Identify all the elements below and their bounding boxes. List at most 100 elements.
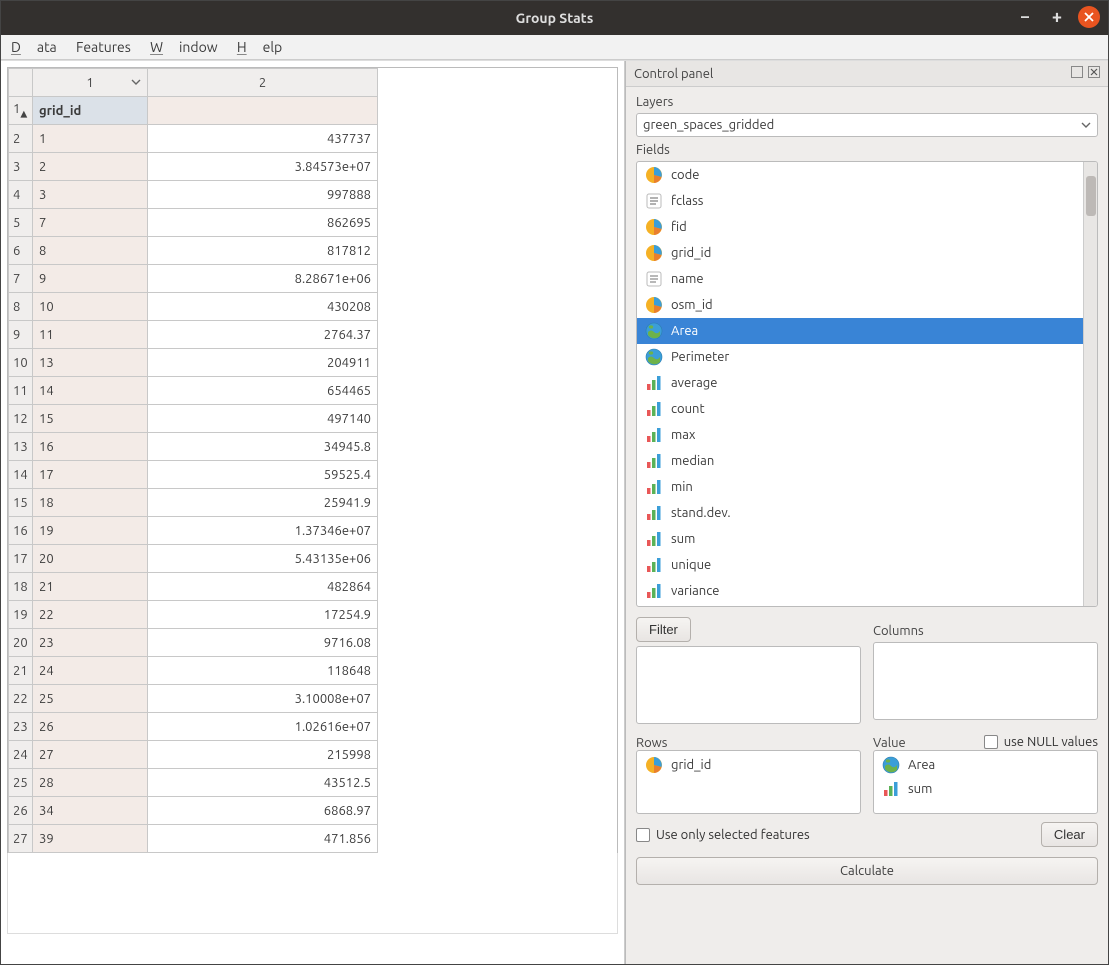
value-dropbox[interactable]: Areasum	[873, 750, 1098, 814]
table-row[interactable]: 7 9 8.28671e+06	[9, 265, 378, 293]
cell-value[interactable]: 59525.4	[148, 461, 378, 489]
field-item-median[interactable]: median	[637, 448, 1097, 474]
row-number[interactable]: 23	[9, 713, 33, 741]
cell-value[interactable]: 215998	[148, 741, 378, 769]
cell-value[interactable]: 25941.9	[148, 489, 378, 517]
results-table[interactable]: 1 2 1▲ grid_id 2 1 4377373 2 3.84573e+07…	[8, 68, 378, 853]
cell-value[interactable]: 482864	[148, 573, 378, 601]
cell-value[interactable]: 497140	[148, 405, 378, 433]
cell-value[interactable]: 1.02616e+07	[148, 713, 378, 741]
cell-grid-id[interactable]: 26	[33, 713, 148, 741]
row-number[interactable]: 9	[9, 321, 33, 349]
corner-header[interactable]	[9, 69, 33, 97]
filter-dropbox[interactable]	[636, 646, 861, 724]
panel-close-icon[interactable]	[1088, 66, 1100, 78]
table-row[interactable]: 12 15 497140	[9, 405, 378, 433]
only-selected-checkbox[interactable]: Use only selected features	[636, 828, 810, 842]
table-row[interactable]: 19 22 17254.9	[9, 601, 378, 629]
row-number[interactable]: 11	[9, 377, 33, 405]
field-item-code[interactable]: code	[637, 162, 1097, 188]
table-row[interactable]: 20 23 9716.08	[9, 629, 378, 657]
row-number[interactable]: 22	[9, 685, 33, 713]
fields-list[interactable]: codefclassfidgrid_idnameosm_idAreaPerime…	[636, 161, 1098, 607]
rows-item[interactable]: grid_id	[639, 753, 858, 777]
cell-grid-id[interactable]: 9	[33, 265, 148, 293]
row-number[interactable]: 13	[9, 433, 33, 461]
menu-features[interactable]: Features	[76, 39, 131, 55]
table-row[interactable]: 3 2 3.84573e+07	[9, 153, 378, 181]
field-item-fclass[interactable]: fclass	[637, 188, 1097, 214]
menu-data[interactable]: Data	[11, 39, 57, 55]
cell-value[interactable]: 9716.08	[148, 629, 378, 657]
cell-grid-id[interactable]: 22	[33, 601, 148, 629]
scrollbar[interactable]	[1083, 162, 1097, 606]
cell-grid-id[interactable]: 28	[33, 769, 148, 797]
use-null-checkbox[interactable]: use NULL values	[984, 735, 1098, 749]
row-number[interactable]: 10	[9, 349, 33, 377]
cell-value[interactable]: 43512.5	[148, 769, 378, 797]
table-row[interactable]: 11 14 654465	[9, 377, 378, 405]
cell-grid-id[interactable]: 19	[33, 517, 148, 545]
cell-value[interactable]: 5.43135e+06	[148, 545, 378, 573]
cell-grid-id[interactable]: 10	[33, 293, 148, 321]
cell-grid-id[interactable]: 17	[33, 461, 148, 489]
close-button[interactable]	[1078, 6, 1100, 28]
cell-value[interactable]: 118648	[148, 657, 378, 685]
row-number[interactable]: 21	[9, 657, 33, 685]
row-number[interactable]: 27	[9, 825, 33, 853]
col-header-2[interactable]: 2	[148, 69, 378, 97]
row-number[interactable]: 7	[9, 265, 33, 293]
cell-grid-id[interactable]: 8	[33, 237, 148, 265]
row-number[interactable]: 25	[9, 769, 33, 797]
cell-grid-id[interactable]: 20	[33, 545, 148, 573]
cell-grid-id[interactable]: 15	[33, 405, 148, 433]
field-item-average[interactable]: average	[637, 370, 1097, 396]
rows-dropbox[interactable]: grid_id	[636, 750, 861, 814]
cell-grid-id[interactable]: 39	[33, 825, 148, 853]
table-row[interactable]: 27 39 471.856	[9, 825, 378, 853]
row-number[interactable]: 5	[9, 209, 33, 237]
field-item-fid[interactable]: fid	[637, 214, 1097, 240]
row-number[interactable]: 2	[9, 125, 33, 153]
cell-value[interactable]: 3.10008e+07	[148, 685, 378, 713]
row-header[interactable]: 1▲	[9, 97, 33, 125]
row-number[interactable]: 3	[9, 153, 33, 181]
col-header-1[interactable]: 1	[33, 69, 148, 97]
cell-grid-id[interactable]: 18	[33, 489, 148, 517]
field-item-variance[interactable]: variance	[637, 578, 1097, 604]
menu-window[interactable]: Window	[150, 39, 218, 55]
cell-grid-id[interactable]: 2	[33, 153, 148, 181]
row-number[interactable]: 6	[9, 237, 33, 265]
field-item-sum[interactable]: sum	[637, 526, 1097, 552]
table-row[interactable]: 21 24 118648	[9, 657, 378, 685]
layers-combo[interactable]: green_spaces_gridded	[636, 113, 1098, 137]
table-row[interactable]: 9 11 2764.37	[9, 321, 378, 349]
filter-button[interactable]: Filter	[636, 617, 691, 642]
table-row[interactable]: 16 19 1.37346e+07	[9, 517, 378, 545]
table-row[interactable]: 5 7 862695	[9, 209, 378, 237]
cell-value[interactable]: 17254.9	[148, 601, 378, 629]
cell-grid-id[interactable]: 27	[33, 741, 148, 769]
minimize-button[interactable]: –	[1014, 6, 1036, 28]
cell-grid-id[interactable]: 7	[33, 209, 148, 237]
cell-value[interactable]: 1.37346e+07	[148, 517, 378, 545]
cell-value[interactable]: 8.28671e+06	[148, 265, 378, 293]
row-number[interactable]: 16	[9, 517, 33, 545]
value-item[interactable]: Area	[876, 753, 1095, 777]
table-row[interactable]: 25 28 43512.5	[9, 769, 378, 797]
field-item-min[interactable]: min	[637, 474, 1097, 500]
cell-grid-id[interactable]: 11	[33, 321, 148, 349]
calculate-button[interactable]: Calculate	[636, 857, 1098, 885]
field-item-stand-dev-[interactable]: stand.dev.	[637, 500, 1097, 526]
row-number[interactable]: 17	[9, 545, 33, 573]
row-number[interactable]: 4	[9, 181, 33, 209]
table-row[interactable]: 17 20 5.43135e+06	[9, 545, 378, 573]
cell-value[interactable]: 654465	[148, 377, 378, 405]
cell-grid-id[interactable]: 23	[33, 629, 148, 657]
row-number[interactable]: 14	[9, 461, 33, 489]
field-item-area[interactable]: Area	[637, 318, 1097, 344]
table-row[interactable]: 23 26 1.02616e+07	[9, 713, 378, 741]
row-number[interactable]: 24	[9, 741, 33, 769]
cell-value[interactable]: 6868.97	[148, 797, 378, 825]
field-item-max[interactable]: max	[637, 422, 1097, 448]
